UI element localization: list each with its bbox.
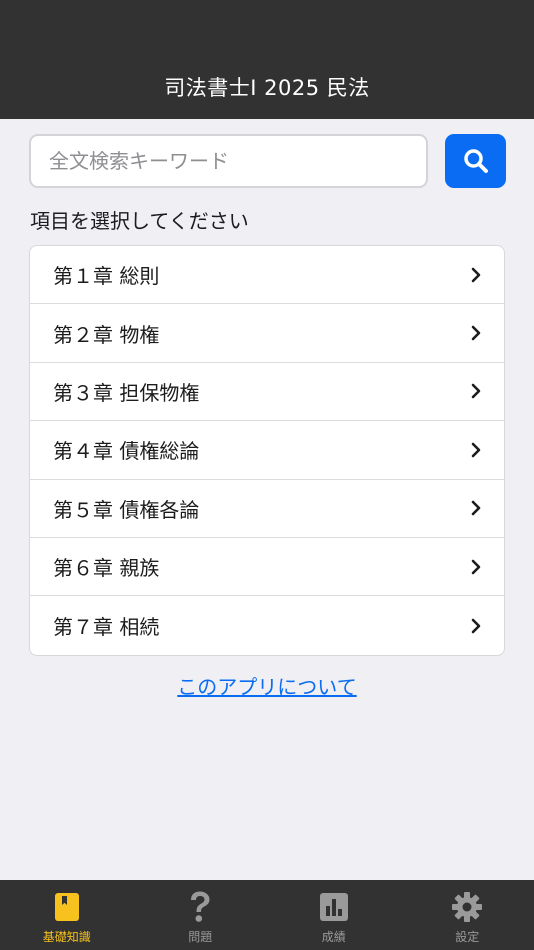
search-icon xyxy=(463,149,488,173)
search-bar xyxy=(29,134,506,188)
chevron-right-icon xyxy=(471,267,481,282)
chapter-label: 第７章 相続 xyxy=(53,615,160,640)
tab-label: 設定 xyxy=(455,930,480,944)
tab-questions[interactable]: 問題 xyxy=(134,880,268,950)
chevron-right-icon xyxy=(471,442,481,458)
tab-label: 問題 xyxy=(188,930,213,944)
search-input[interactable] xyxy=(29,134,428,188)
page-title: 司法書士I 2025 民法 xyxy=(164,76,370,100)
tab-basic-knowledge[interactable]: 基礎知識 xyxy=(0,880,134,950)
tab-label: 基礎知識 xyxy=(42,930,91,944)
search-button[interactable] xyxy=(445,134,506,188)
chapter-item-2[interactable]: 第２章 物権 xyxy=(30,304,504,363)
tab-bar: 基礎知識 問題 成績 設定 xyxy=(0,880,534,950)
chapter-item-3[interactable]: 第３章 担保物権 xyxy=(30,363,504,422)
bookmark-book-icon xyxy=(50,890,84,924)
tab-label: 成績 xyxy=(321,930,346,944)
chevron-right-icon xyxy=(471,384,481,399)
chapter-item-6[interactable]: 第６章 親族 xyxy=(30,538,504,597)
bar-chart-icon xyxy=(317,890,351,924)
chapter-item-1[interactable]: 第１章 総則 xyxy=(30,246,504,305)
chevron-right-icon xyxy=(471,500,481,516)
question-mark-icon xyxy=(183,890,217,924)
chapter-label: 第５章 債権各論 xyxy=(53,497,200,522)
chapter-label: 第６章 親族 xyxy=(53,556,160,581)
tab-settings[interactable]: 設定 xyxy=(401,880,534,950)
chevron-right-icon xyxy=(471,325,481,341)
chapter-item-7[interactable]: 第７章 相続 xyxy=(30,596,504,654)
section-prompt: 項目を選択してください xyxy=(30,209,249,233)
chapter-item-4[interactable]: 第４章 債権総論 xyxy=(30,421,504,480)
chapter-label: 第３章 担保物権 xyxy=(53,380,200,405)
chapter-item-5[interactable]: 第５章 債権各論 xyxy=(30,480,504,538)
chevron-right-icon xyxy=(471,618,481,633)
about-app-link[interactable]: このアプリについて xyxy=(0,671,534,700)
chapter-list: 第１章 総則 第２章 物権 第３章 担保物権 第４章 債権総論 第５章 債権各論… xyxy=(29,245,505,656)
tab-results[interactable]: 成績 xyxy=(267,880,401,950)
chapter-label: 第２章 物権 xyxy=(53,322,160,347)
chapter-label: 第１章 総則 xyxy=(53,264,160,289)
gear-icon xyxy=(450,890,484,924)
chapter-label: 第４章 債権総論 xyxy=(53,439,200,464)
navigation-header: 司法書士I 2025 民法 xyxy=(0,0,534,119)
chevron-right-icon xyxy=(471,559,481,574)
